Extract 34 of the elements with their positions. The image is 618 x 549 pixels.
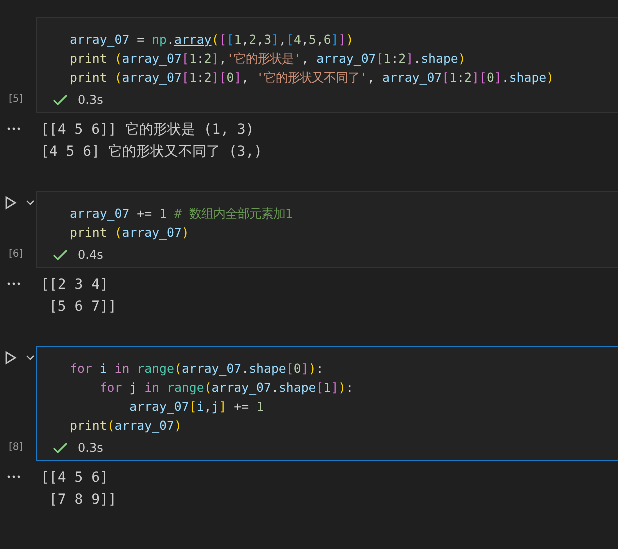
more-icon[interactable] (7, 282, 21, 286)
code-line: print (array_07[1:2],'它的形状是', array_07[1:2].shape) (70, 50, 467, 68)
code-cell[interactable]: for i in range(array_07.shape[0]): for j in range(array_07.shape[1]): array_07[i,j] += 1 print(array_07) 0.3s (36, 346, 618, 461)
chevron-down-icon[interactable] (26, 200, 35, 206)
execution-count: [5] (9, 94, 24, 105)
execution-time: 0.3s (78, 441, 104, 455)
check-icon (53, 442, 68, 454)
output-line: [7 8 9]] (48, 491, 117, 510)
chevron-down-icon[interactable] (26, 355, 35, 361)
execution-time: 0.3s (78, 93, 104, 107)
execution-count: [8] (9, 442, 24, 453)
more-icon[interactable] (7, 127, 21, 131)
output-line: [[4 5 6] (41, 469, 110, 488)
code-line: array_07[i,j] += 1 (128, 398, 266, 416)
code-line: for j in range(array_07.shape[1]): (98, 379, 355, 397)
output-line: [4 5 6] 它的形状又不同了 (3,) (41, 143, 263, 162)
code-cell[interactable]: array_07 = np.array([[1,2,3],[4,5,6]]) print (array_07[1:2],'它的形状是', array_07[1:2].shape) print (array_07[1:2][0], '它的形状又不同了', array_07[1:2][0].shape) 0.3s (36, 17, 618, 113)
execution-count: [6] (9, 249, 24, 260)
code-cell[interactable]: array_07 += 1 # 数组内全部元素加1 print (array_07) 0.4s (36, 191, 618, 268)
check-icon (53, 94, 68, 106)
output-line: [5 6 7]] (48, 298, 117, 317)
check-icon (53, 249, 68, 261)
code-line: array_07 += 1 # 数组内全部元素加1 (70, 205, 294, 223)
code-line: print(array_07) (70, 417, 183, 435)
code-line: print (array_07) (70, 224, 190, 242)
code-line: array_07 = np.array([[1,2,3],[4,5,6]]) (70, 31, 355, 49)
run-icon[interactable] (5, 196, 17, 210)
output-line: [[4 5 6]] 它的形状是 (1, 3) (41, 121, 256, 140)
code-line: print (array_07[1:2][0], '它的形状又不同了', array_07[1:2][0].shape) (70, 69, 556, 87)
execution-time: 0.4s (78, 248, 104, 262)
output-line: [[2 3 4] (41, 276, 110, 295)
run-icon[interactable] (5, 351, 17, 365)
code-line: for i in range(array_07.shape[0]): (70, 360, 325, 378)
more-icon[interactable] (7, 475, 21, 479)
